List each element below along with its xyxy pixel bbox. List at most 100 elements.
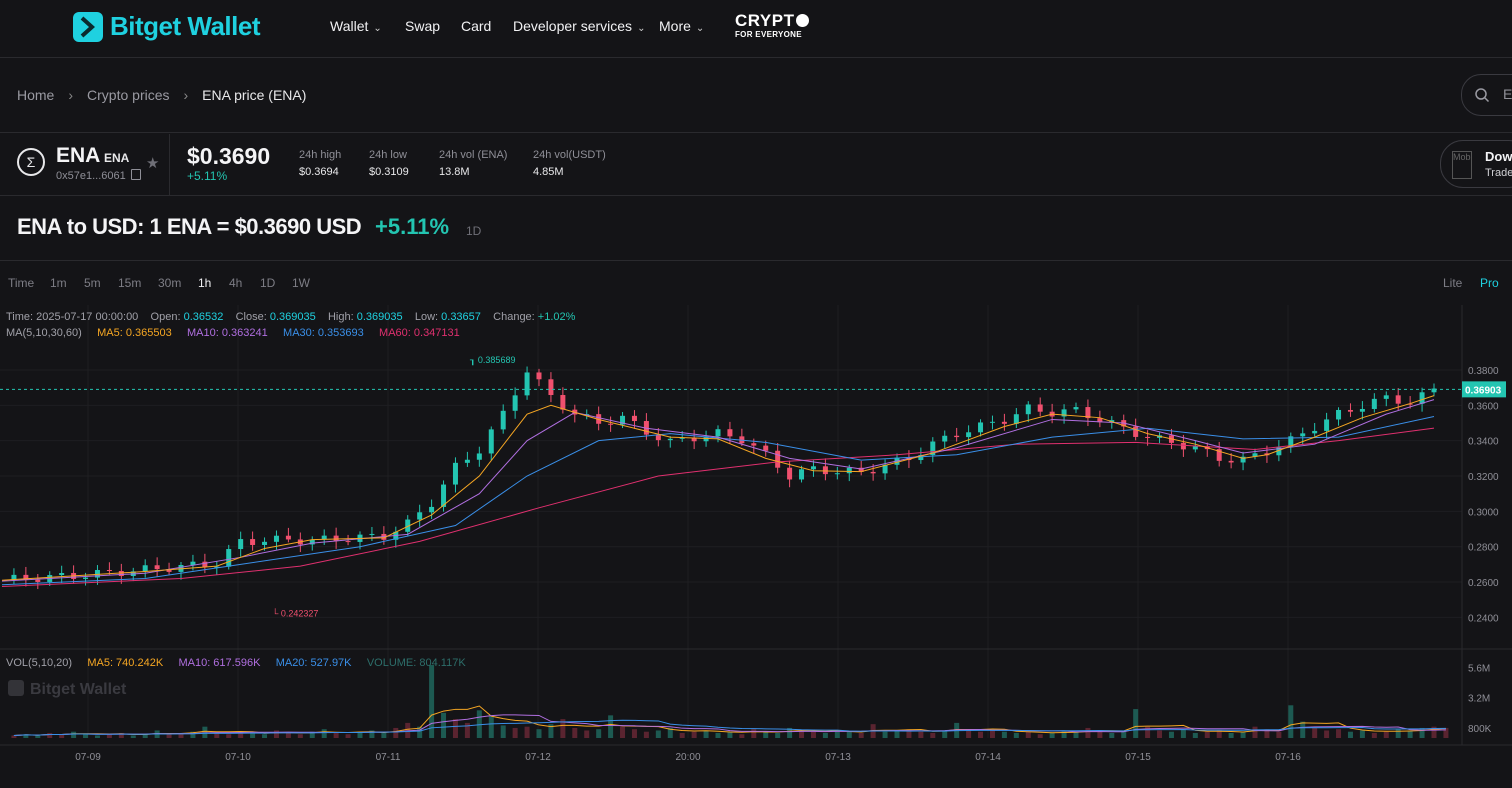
top-navigation: Bitget Wallet Wallet ⌄ Swap Card Develope… — [0, 0, 1512, 58]
price-axis-tick: 0.3600 — [1468, 401, 1499, 412]
volume-bar — [703, 730, 709, 738]
volume-bar — [810, 731, 816, 738]
volume-bar — [1025, 731, 1031, 738]
breadcrumb: Home › Crypto prices › ENA price (ENA) — [17, 87, 306, 103]
volume-bar — [35, 735, 41, 738]
volume-bar — [1359, 730, 1365, 738]
candle-body — [488, 429, 494, 454]
volume-bar — [1157, 730, 1163, 738]
candle-body — [655, 434, 661, 441]
time-axis-tick: 07-15 — [1125, 752, 1151, 763]
bitget-logo-icon[interactable] — [73, 12, 103, 42]
volume-bar — [536, 729, 542, 738]
volume-bar — [381, 732, 387, 738]
download-app-button[interactable]: Mob Dow Trade — [1440, 140, 1512, 188]
token-address[interactable]: 0x57e1...6061 — [56, 169, 141, 182]
volume-bar — [930, 732, 936, 738]
candle-body — [536, 372, 542, 380]
volume-bar — [71, 731, 77, 738]
candle-body — [631, 415, 637, 422]
candle-body — [226, 549, 232, 567]
volume-bar — [1312, 727, 1318, 738]
timeframe-1m[interactable]: 1m — [50, 276, 67, 290]
timeframe-30m[interactable]: 30m — [158, 276, 181, 290]
volume-bar — [763, 731, 769, 738]
favorite-star-icon[interactable]: ★ — [146, 154, 159, 172]
timeframe-time[interactable]: Time — [8, 276, 34, 290]
candle-body — [751, 443, 757, 446]
ena-token-icon: Σ — [17, 148, 45, 176]
candle-body — [1395, 395, 1401, 404]
candle-body — [834, 473, 840, 475]
candle-body — [1145, 436, 1151, 438]
volume-bar — [894, 730, 900, 738]
nav-swap[interactable]: Swap — [405, 18, 440, 34]
candle-body — [429, 506, 435, 513]
timeframe-5m[interactable]: 5m — [84, 276, 101, 290]
stat-value-24h-high: $0.3694 — [299, 166, 339, 178]
volume-bar — [596, 729, 602, 738]
candle-body — [512, 395, 518, 411]
download-subtitle: Trade — [1485, 167, 1512, 179]
volume-bar — [1347, 731, 1353, 738]
token-price: $0.3690 — [187, 143, 271, 169]
volume-bar — [83, 734, 89, 738]
volume-bar — [441, 712, 447, 738]
candle-body — [476, 453, 482, 460]
volume-bar — [643, 731, 649, 738]
candle-body — [810, 466, 816, 470]
view-lite[interactable]: Lite — [1443, 276, 1462, 290]
timeframe-1h[interactable]: 1h — [198, 276, 211, 290]
volume-bar — [500, 725, 506, 738]
candle-body — [83, 577, 89, 579]
volume-bar — [846, 731, 852, 738]
timeframe-15m[interactable]: 15m — [118, 276, 141, 290]
timeframe-1w[interactable]: 1W — [292, 276, 310, 290]
breadcrumb-current: ENA price (ENA) — [202, 87, 307, 103]
volume-bar — [858, 732, 864, 738]
copy-icon[interactable] — [130, 169, 141, 180]
min-price-label: └ 0.242327 — [272, 607, 318, 618]
candle-body — [942, 435, 948, 442]
candle-body — [154, 565, 160, 570]
candle-body — [345, 541, 351, 543]
timeframe-4h[interactable]: 4h — [229, 276, 242, 290]
candle-body — [106, 570, 112, 572]
nav-card[interactable]: Card — [461, 18, 491, 34]
candle-body — [35, 579, 41, 582]
candle-body — [548, 379, 554, 396]
view-pro[interactable]: Pro — [1480, 276, 1499, 290]
nav-developer-services[interactable]: Developer services ⌄ — [513, 18, 645, 34]
time-axis-tick: 07-12 — [525, 752, 551, 763]
timeframe-1d[interactable]: 1D — [260, 276, 275, 290]
volume-bar — [1288, 705, 1294, 738]
nav-more[interactable]: More ⌄ — [659, 18, 704, 34]
stat-label-24h-vol-usdt: 24h vol(USDT) — [533, 149, 606, 161]
candle-body — [989, 421, 995, 423]
volume-bar — [1240, 731, 1246, 738]
time-axis-tick: 07-09 — [75, 752, 101, 763]
breadcrumb-home[interactable]: Home — [17, 87, 54, 103]
volume-bar — [285, 732, 291, 738]
stat-label-24h-vol-ena: 24h vol (ENA) — [439, 149, 508, 161]
candle-body — [978, 422, 984, 433]
candle-body — [715, 429, 721, 437]
price-chart[interactable]: 0.3800 0.3600 0.3400 0.3200 0.3000 0.2800 0.26… — [0, 300, 1512, 788]
volume-bar — [1061, 730, 1067, 738]
volume-bar — [727, 731, 733, 738]
volume-bar — [250, 732, 256, 738]
candle-body — [870, 471, 876, 474]
search-input[interactable]: E — [1461, 74, 1512, 116]
candle-body — [250, 539, 256, 545]
volume-bar — [1228, 732, 1234, 738]
crypto-for-everyone-badge[interactable]: CRYPT FOR EVERYONE — [735, 12, 809, 39]
volume-bar — [1300, 721, 1306, 738]
download-title: Dow — [1485, 149, 1512, 164]
brand-name[interactable]: Bitget Wallet — [110, 11, 260, 42]
breadcrumb-crypto-prices[interactable]: Crypto prices — [87, 87, 169, 103]
chevron-right-icon: › — [68, 87, 74, 103]
time-axis-tick: 07-10 — [225, 752, 251, 763]
volume-bar — [775, 732, 781, 738]
token-ticker: ENA — [104, 151, 130, 165]
nav-wallet[interactable]: Wallet ⌄ — [330, 18, 382, 34]
